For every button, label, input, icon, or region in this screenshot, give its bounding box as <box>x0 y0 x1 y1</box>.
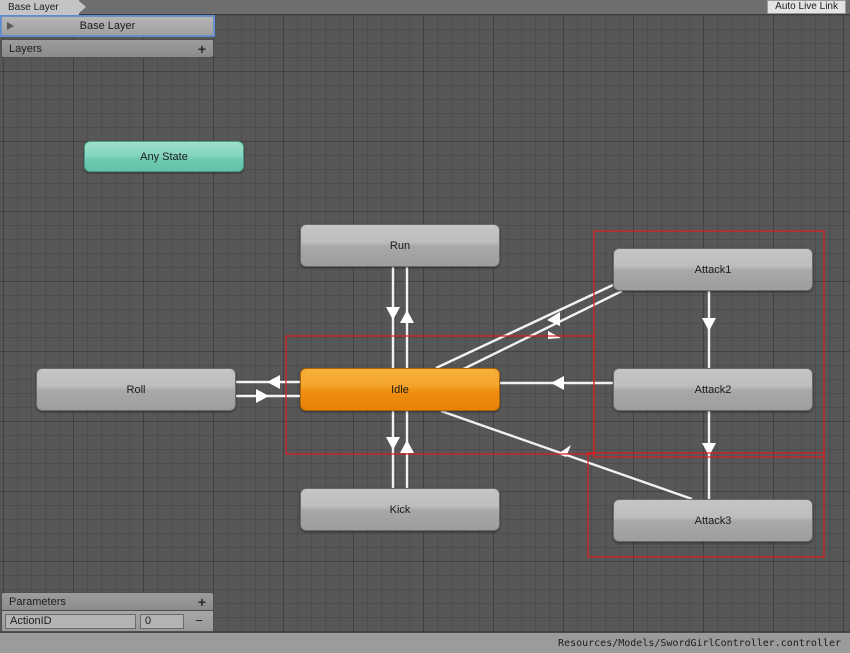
state-label: Kick <box>389 503 411 516</box>
remove-parameter-button[interactable]: − <box>188 613 210 630</box>
animator-toolbar: Base Layer Auto Live Link <box>0 0 850 15</box>
state-node-attack1[interactable]: Attack1 <box>613 248 813 291</box>
parameter-name-value: ActionID <box>10 615 52 627</box>
minus-icon: − <box>195 613 203 628</box>
parameters-header: Parameters + <box>1 592 214 611</box>
breadcrumb-base-layer[interactable]: Base Layer <box>0 0 86 15</box>
layers-panel: Base Layer Layers + <box>0 15 215 58</box>
layer-label: Base Layer <box>79 20 136 32</box>
state-label: Attack2 <box>694 383 732 396</box>
state-node-attack2[interactable]: Attack2 <box>613 368 813 411</box>
state-node-idle[interactable]: Idle <box>300 368 500 411</box>
breadcrumb-label: Base Layer <box>8 2 59 13</box>
state-label: Roll <box>126 383 146 396</box>
state-label: Idle <box>391 383 409 396</box>
state-node-attack3[interactable]: Attack3 <box>613 499 813 542</box>
layers-header-label: Layers <box>9 42 43 55</box>
parameter-row: ActionID 0 − <box>1 611 214 632</box>
add-layer-button[interactable]: + <box>198 42 206 56</box>
state-node-run[interactable]: Run <box>300 224 500 267</box>
state-node-kick[interactable]: Kick <box>300 488 500 531</box>
auto-live-link-button[interactable]: Auto Live Link <box>767 0 846 14</box>
state-node-roll[interactable]: Roll <box>36 368 236 411</box>
add-parameter-button[interactable]: + <box>198 595 206 609</box>
triangle-right-icon[interactable] <box>7 22 14 30</box>
status-bar-path: Resources/Models/SwordGirlController.con… <box>558 637 841 649</box>
parameter-name-input[interactable]: ActionID <box>5 613 136 629</box>
state-label: Run <box>389 239 411 252</box>
parameter-value-input[interactable]: 0 <box>140 613 184 629</box>
parameters-panel: Parameters + ActionID 0 − <box>0 592 215 632</box>
layer-item-base-layer[interactable]: Base Layer <box>0 15 215 37</box>
animator-window: .tl { stroke:#f2f2f2; stroke-width:2.4; … <box>0 0 850 653</box>
status-bar: Resources/Models/SwordGirlController.con… <box>0 632 850 653</box>
state-label: Any State <box>140 150 188 163</box>
parameter-value-text: 0 <box>145 615 152 627</box>
parameters-header-label: Parameters <box>9 595 66 608</box>
state-label: Attack1 <box>694 263 732 276</box>
state-label: Attack3 <box>694 514 732 527</box>
layers-header: Layers + <box>1 39 214 58</box>
animator-graph-canvas[interactable] <box>0 0 850 653</box>
auto-live-link-label: Auto Live Link <box>775 1 838 12</box>
state-node-any-state[interactable]: Any State <box>84 141 244 172</box>
